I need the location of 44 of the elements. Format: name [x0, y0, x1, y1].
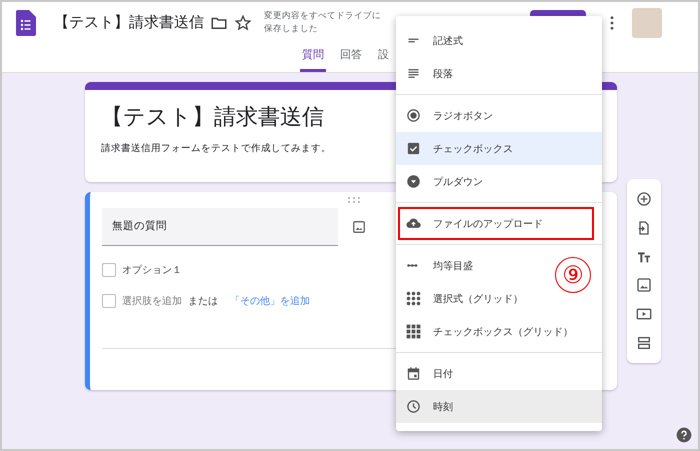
- tab[interactable]: 回答: [338, 43, 364, 72]
- menu-item[interactable]: プルダウン: [396, 165, 493, 198]
- or-label: または: [188, 295, 218, 308]
- dropdown-icon: [406, 174, 421, 189]
- tab[interactable]: 質問: [300, 43, 326, 72]
- video-icon[interactable]: [636, 306, 652, 322]
- menu-item[interactable]: ラジオボタン: [396, 99, 503, 132]
- menu-item[interactable]: ファイルのアップロード: [398, 207, 594, 240]
- tab[interactable]: 設: [376, 43, 391, 72]
- grid-icon: [406, 291, 421, 306]
- gridcheck-icon: [406, 324, 421, 339]
- checkbox[interactable]: [102, 294, 116, 308]
- upload-icon: [406, 216, 421, 231]
- add-option-link[interactable]: 選択肢を追加: [122, 294, 182, 308]
- option-label[interactable]: オプション１: [122, 263, 182, 277]
- menu-item[interactable]: 日付: [396, 357, 463, 390]
- menu-item[interactable]: チェックボックス: [396, 132, 602, 165]
- time-icon: [406, 399, 421, 414]
- menu-item[interactable]: 記述式: [396, 24, 473, 57]
- add-other-link[interactable]: 「その他」を追加: [230, 294, 310, 308]
- menu-item[interactable]: 均等目盛: [396, 249, 483, 282]
- paragraph-icon: [406, 66, 421, 81]
- help-icon[interactable]: [676, 427, 692, 443]
- save-status: 保存しました: [264, 22, 318, 36]
- question-title-field[interactable]: 無題の質問: [102, 208, 338, 246]
- star-icon[interactable]: [234, 14, 252, 32]
- menu-item[interactable]: 時刻: [396, 390, 602, 423]
- save-status: 変更内容をすべてドライブに: [264, 10, 381, 22]
- menu-item[interactable]: 段落: [396, 57, 463, 90]
- step-number: ⑨: [555, 257, 591, 293]
- section-icon[interactable]: [636, 334, 652, 351]
- add-circle-icon[interactable]: [636, 191, 652, 208]
- image-icon[interactable]: [352, 220, 366, 234]
- document-title[interactable]: 【テスト】請求書送信: [54, 13, 204, 32]
- date-icon: [406, 366, 421, 381]
- more-icon[interactable]: [610, 16, 614, 30]
- menu-item[interactable]: チェックボックス（グリッド）: [396, 315, 583, 348]
- radio-icon: [406, 108, 421, 123]
- drag-handle-icon[interactable]: [348, 197, 360, 203]
- checkbox[interactable]: [102, 263, 116, 277]
- image-icon[interactable]: [636, 277, 652, 294]
- forms-logo-icon[interactable]: [16, 10, 36, 36]
- menu-item[interactable]: 選択式（グリッド）: [396, 282, 533, 315]
- checkbox-icon: [406, 141, 421, 156]
